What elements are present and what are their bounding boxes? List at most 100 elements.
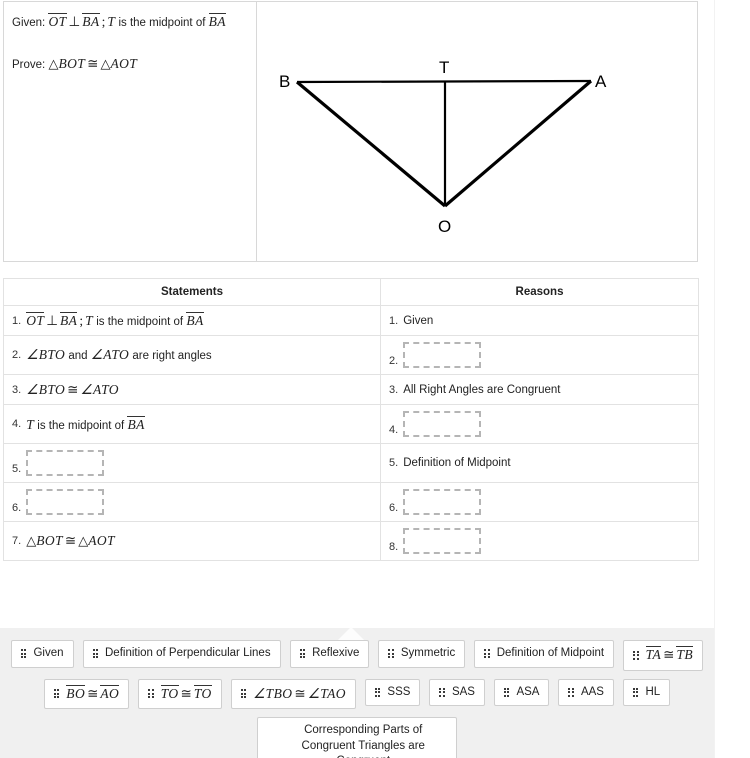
statement-number: 7. xyxy=(12,535,22,547)
drag-handle-icon[interactable] xyxy=(53,689,60,699)
reason-drop-target[interactable] xyxy=(403,528,482,554)
answer-tile-aas[interactable]: AAS xyxy=(558,678,614,707)
drag-handle-icon[interactable] xyxy=(439,687,445,697)
answer-bank-tray: Given Definition of Perpendicular Lines Re… xyxy=(0,627,714,758)
given-math: OT ⊥ BA; T is the midpoint of BA xyxy=(48,13,226,29)
drag-handle-icon[interactable] xyxy=(388,649,394,659)
tile-row: BO ≅ AO TO ≅ TO ∠TBO ≅ ∠TAO SSS SAS ASA AAS HL xyxy=(0,678,714,710)
drag-handle-icon[interactable] xyxy=(92,649,98,659)
reason-number: 8. xyxy=(389,541,399,553)
drag-handle-icon[interactable] xyxy=(632,687,639,697)
tile-label: Definition of Perpendicular Lines xyxy=(105,647,271,659)
tile-label: Symmetric xyxy=(400,647,456,659)
answer-tile-reflexive[interactable]: Reflexive xyxy=(289,640,370,668)
tile-label: Definition of Midpoint xyxy=(496,647,605,659)
statement-number: 4. xyxy=(12,418,22,430)
reason-drop-target[interactable] xyxy=(403,489,482,515)
answer-tile-bo-cong-ao[interactable]: BO ≅ AO xyxy=(43,678,130,710)
drag-handle-icon[interactable] xyxy=(568,687,574,697)
statement-drop-cell[interactable]: 5. xyxy=(12,450,372,476)
tile-label: ∠TBO ≅ ∠TAO xyxy=(253,685,346,701)
statement-text-cell: 2. ∠BTO and ∠ATO are right angles xyxy=(12,347,215,362)
statement-drop-target[interactable] xyxy=(26,450,105,476)
vertex-label-a: A xyxy=(595,72,607,91)
reason-number: 4. xyxy=(389,424,399,436)
drag-handle-icon[interactable] xyxy=(299,649,306,659)
answer-tile-angle-tbo-cong-tao[interactable]: ∠TBO ≅ ∠TAO xyxy=(230,678,356,710)
tile-label: TA ≅ TB xyxy=(645,646,694,662)
segment-bo xyxy=(295,80,447,208)
table-row: 5. 5. Definition of Midpoint xyxy=(3,443,699,483)
statement-cell: 5. xyxy=(3,443,381,483)
given-prove-cell: Given: OT ⊥ BA; T is the midpoint of BA Pro… xyxy=(4,2,257,261)
drag-handle-icon[interactable] xyxy=(374,687,381,697)
reason-number: 2. xyxy=(389,355,399,367)
reason-text-cell: 3. All Right Angles are Congruent xyxy=(389,384,690,396)
statement-number: 2. xyxy=(12,349,22,361)
statement-number: 6. xyxy=(12,502,22,514)
reason-number: 1. xyxy=(389,314,399,327)
figure-cell: B T A O xyxy=(257,2,697,261)
drag-handle-icon[interactable] xyxy=(633,650,639,660)
drag-handle-icon[interactable] xyxy=(484,649,490,659)
segment-ba xyxy=(296,79,592,84)
collapse-tray-chevron-icon[interactable] xyxy=(338,627,364,640)
reason-text: Given xyxy=(403,314,434,327)
tile-label: Corresponding Parts of Congruent Triangl… xyxy=(301,724,425,758)
answer-tile-def-perp-lines[interactable]: Definition of Perpendicular Lines xyxy=(82,640,281,668)
answer-tile-to-cong-to[interactable]: TO ≅ TO xyxy=(138,678,222,710)
answer-tile-given[interactable]: Given xyxy=(10,640,74,668)
statement-drop-cell[interactable]: 6. xyxy=(12,489,372,515)
vertex-label-b: B xyxy=(279,72,290,91)
statement-cell: 4. T is the midpoint of BA xyxy=(3,404,381,444)
statement-cell: 1. OT ⊥ BA; T is the midpoint of BA xyxy=(3,305,381,336)
proof-table: Statements Reasons 1. OT ⊥ BA; T is the midp… xyxy=(3,278,699,561)
reason-number: 3. xyxy=(389,383,399,396)
scrollbar-gutter[interactable] xyxy=(714,0,750,758)
reason-drop-target[interactable] xyxy=(403,411,482,437)
answer-tile-sas[interactable]: SAS xyxy=(429,678,485,707)
drag-handle-icon[interactable] xyxy=(148,689,154,699)
drag-handle-icon[interactable] xyxy=(240,689,247,699)
tile-row: Corresponding Parts of Congruent Triangl… xyxy=(0,717,714,758)
tile-label: AAS xyxy=(580,685,604,698)
header-reasons: Reasons xyxy=(380,278,699,306)
tile-label: HL xyxy=(645,685,661,698)
reason-drop-cell[interactable]: 4. xyxy=(389,411,690,437)
reason-text-cell: 1. Given xyxy=(389,315,690,327)
drag-handle-icon[interactable] xyxy=(20,649,27,659)
given-label: Given: xyxy=(12,17,46,29)
reason-cell: 4. xyxy=(380,404,699,444)
vertex-label-t: T xyxy=(439,58,449,77)
statement-cell: 6. xyxy=(3,482,381,522)
answer-tile-def-midpoint[interactable]: Definition of Midpoint xyxy=(474,640,615,668)
reason-drop-cell[interactable]: 2. xyxy=(389,342,690,368)
answer-tile-sss[interactable]: SSS xyxy=(364,678,421,707)
answer-tile-symmetric[interactable]: Symmetric xyxy=(378,640,466,668)
table-header-row: Statements Reasons xyxy=(3,278,699,306)
proof-body: 1. OT ⊥ BA; T is the midpoint of BA 1. Given 2.… xyxy=(3,305,699,561)
tile-row: Given Definition of Perpendicular Lines Re… xyxy=(0,640,714,671)
prove-math: △BOT ≅ △AOT xyxy=(48,56,138,72)
statement-cell: 2. ∠BTO and ∠ATO are right angles xyxy=(3,335,381,375)
segment-oa xyxy=(443,79,593,208)
reason-drop-target[interactable] xyxy=(403,342,482,368)
table-row: 7. △BOT ≅ △AOT 8. xyxy=(3,521,699,561)
answer-tile-hl[interactable]: HL xyxy=(622,678,671,707)
prove-line: Prove: △BOT ≅ △AOT xyxy=(12,54,248,74)
answer-tile-cpctc[interactable]: Corresponding Parts of Congruent Triangl… xyxy=(257,717,457,758)
tile-label: TO ≅ TO xyxy=(160,684,212,701)
reason-drop-cell[interactable]: 8. xyxy=(389,528,690,554)
answer-tile-ta-cong-tb[interactable]: TA ≅ TB xyxy=(623,640,704,671)
table-row: 3. ∠BTO ≅ ∠ATO 3. All Right Angles are Congru… xyxy=(3,374,699,405)
triangle-diagram: B T A O xyxy=(279,58,607,236)
drag-handle-icon[interactable] xyxy=(503,687,510,697)
answer-tile-asa[interactable]: ASA xyxy=(493,678,550,707)
tile-label: ASA xyxy=(516,685,540,698)
reason-drop-cell[interactable]: 6. xyxy=(389,489,690,515)
reason-number: 6. xyxy=(389,502,399,514)
problem-panel: Given: OT ⊥ BA; T is the midpoint of BA Pro… xyxy=(3,1,698,262)
statement-drop-target[interactable] xyxy=(26,489,105,515)
statement-cell: 7. △BOT ≅ △AOT xyxy=(3,521,381,561)
statement-number: 1. xyxy=(12,314,22,327)
